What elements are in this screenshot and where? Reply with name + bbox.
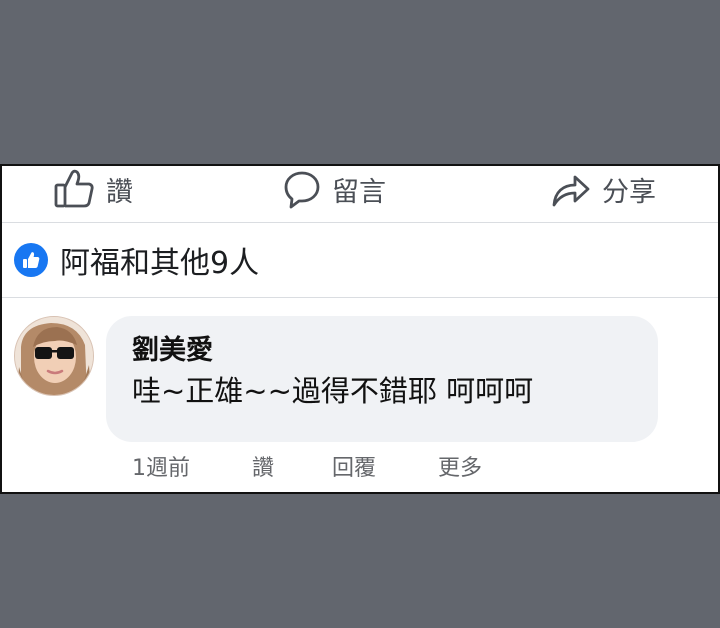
comment-label: 留言 xyxy=(332,176,386,208)
post-action-bar: 讚 留言 分享 xyxy=(2,166,718,223)
share-button[interactable]: 分享 xyxy=(550,166,656,212)
comment-author[interactable]: 劉美愛 xyxy=(132,328,213,367)
speech-bubble-icon xyxy=(282,169,322,209)
comment-timestamp[interactable]: 1週前 xyxy=(132,450,190,482)
facebook-post-panel: 讚 留言 分享 阿福和其他9人 劉美愛 哇~正雄~~過得不錯耶 呵呵呵 1週前 … xyxy=(0,164,720,494)
share-arrow-icon xyxy=(550,169,592,209)
comment: 劉美愛 哇~正雄~~過得不錯耶 呵呵呵 1週前 讚 回覆 更多 xyxy=(2,298,718,492)
thumbs-up-icon xyxy=(54,169,96,209)
like-button[interactable]: 讚 xyxy=(54,166,133,212)
reaction-summary-text: 阿福和其他9人 xyxy=(60,246,260,281)
comment-reply-link[interactable]: 回覆 xyxy=(332,450,376,482)
reaction-summary[interactable]: 阿福和其他9人 xyxy=(2,223,718,298)
comment-bubble: 劉美愛 哇~正雄~~過得不錯耶 呵呵呵 xyxy=(106,316,658,442)
comment-more-link[interactable]: 更多 xyxy=(438,450,482,482)
comment-like-link[interactable]: 讚 xyxy=(252,450,274,482)
user-avatar[interactable] xyxy=(14,316,94,396)
like-label: 讚 xyxy=(106,176,133,208)
like-reaction-icon xyxy=(14,243,48,277)
comment-button[interactable]: 留言 xyxy=(282,166,386,212)
comment-text: 哇~正雄~~過得不錯耶 呵呵呵 xyxy=(132,374,534,408)
share-label: 分享 xyxy=(602,176,656,208)
